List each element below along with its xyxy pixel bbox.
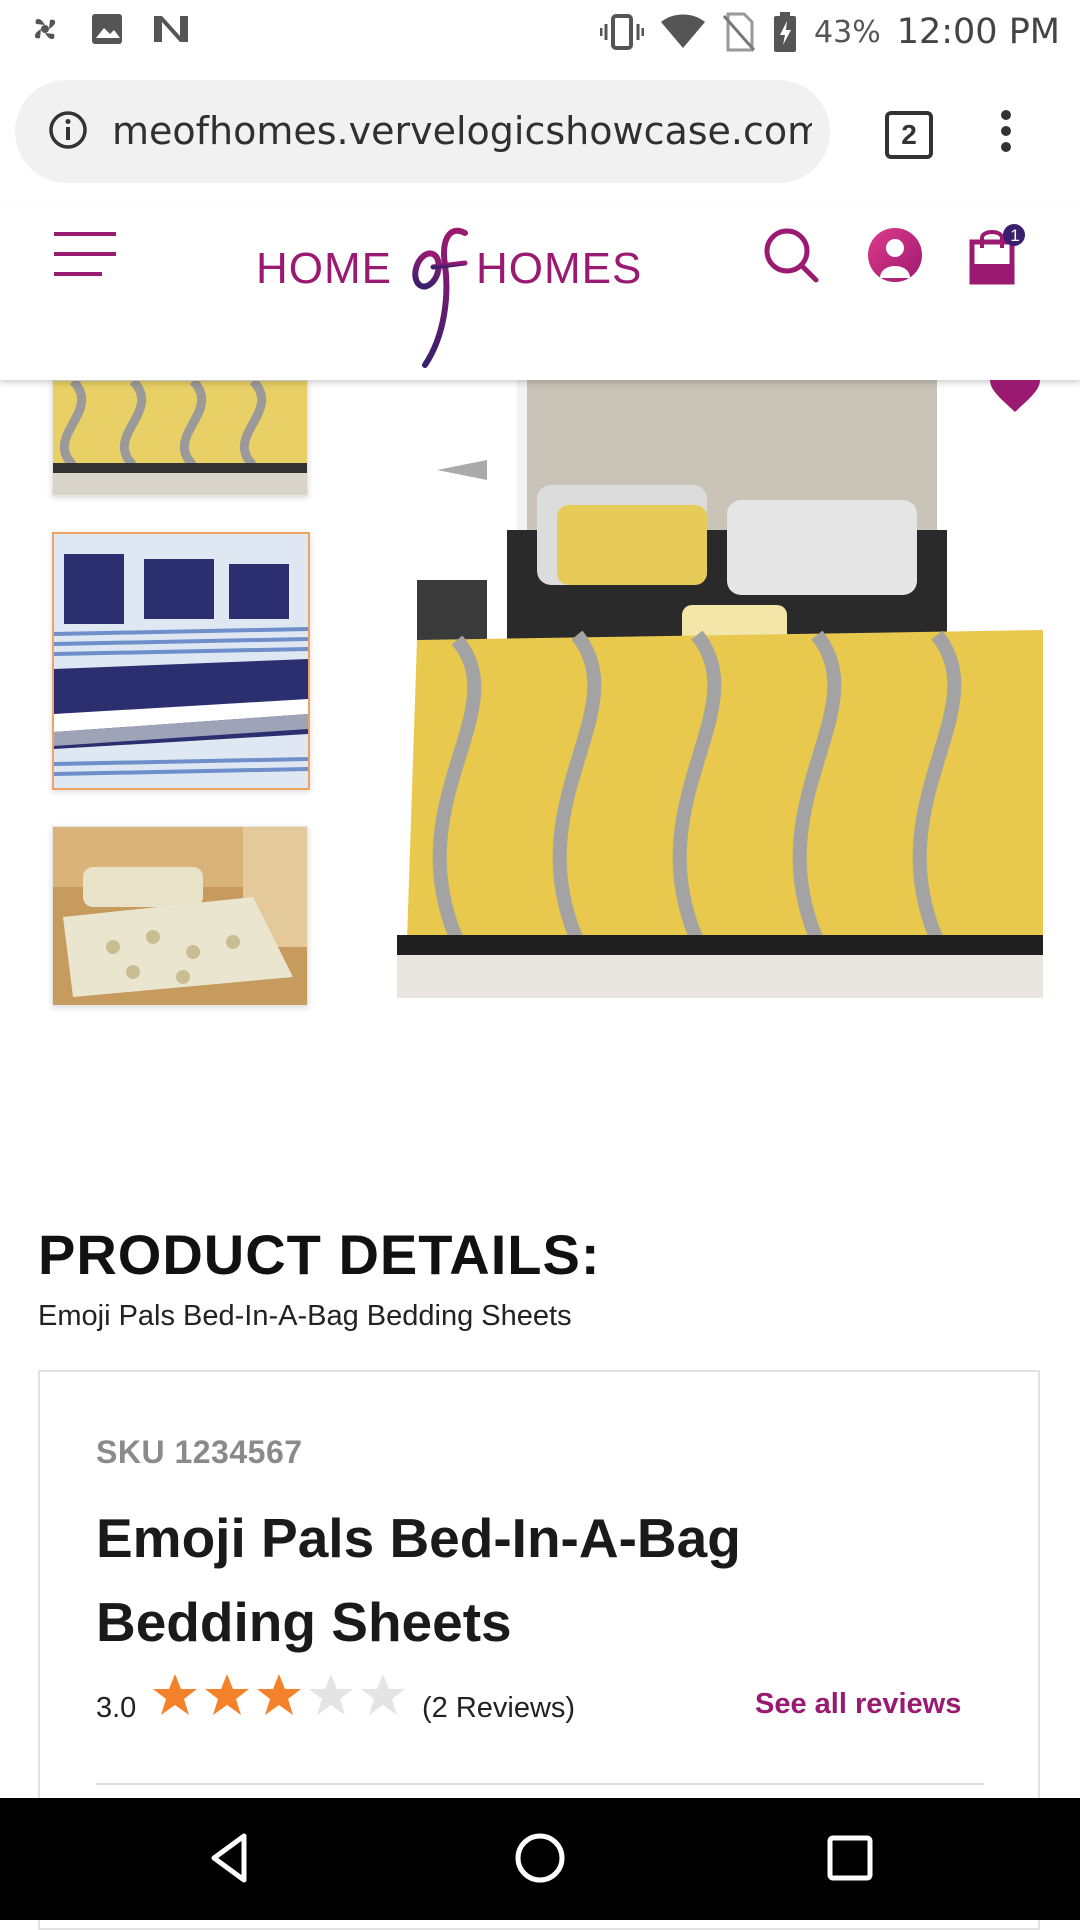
back-icon[interactable]	[200, 1828, 260, 1888]
more-options-icon[interactable]	[996, 108, 1016, 154]
account-icon[interactable]	[866, 226, 924, 284]
star-filled-icon	[153, 1674, 197, 1715]
see-all-reviews-link[interactable]: See all reviews	[755, 1688, 961, 1721]
product-title: Emoji Pals Bed-In-A-Bag Bedding Sheets	[96, 1507, 741, 1653]
rating-value: 3.0	[96, 1692, 137, 1724]
star-empty-icon	[309, 1674, 353, 1715]
menu-icon[interactable]	[54, 230, 116, 278]
logo-text-homes: HOMES	[476, 244, 643, 293]
wishlist-heart-icon[interactable]	[990, 380, 1040, 412]
recents-icon[interactable]	[820, 1828, 880, 1888]
thumbnail-navy-stripes[interactable]	[52, 532, 310, 790]
thumbnail-beige-floral[interactable]	[52, 826, 308, 1006]
vibrate-icon	[600, 14, 645, 50]
star-filled-icon	[205, 1674, 249, 1715]
battery-percentage: 43%	[814, 14, 881, 50]
image-icon	[92, 14, 122, 44]
search-icon[interactable]	[762, 226, 820, 284]
clock: 12:00 PM	[896, 12, 1060, 52]
nfc-icon	[154, 16, 188, 42]
divider	[96, 1783, 984, 1785]
star-filled-icon	[257, 1674, 301, 1715]
home-icon[interactable]	[510, 1828, 570, 1888]
tab-switcher-button[interactable]: 2	[885, 111, 933, 159]
star-rating	[152, 1672, 406, 1718]
product-details-subtitle: Emoji Pals Bed-In-A-Bag Bedding Sheets	[38, 1300, 572, 1332]
cart-count-badge: 1	[1010, 226, 1020, 245]
battery-charging-icon	[774, 12, 797, 52]
review-count: (2 Reviews)	[422, 1692, 576, 1724]
fan-icon	[34, 18, 56, 40]
status-bar: 43% 12:00 PM	[0, 0, 1080, 64]
product-details-heading: PRODUCT DETAILS:	[38, 1223, 601, 1286]
no-sim-icon	[722, 12, 756, 52]
star-empty-icon	[361, 1674, 405, 1715]
url-text[interactable]: meofhomes.vervelogicshowcase.com	[112, 110, 812, 152]
system-nav-bar	[0, 1798, 1080, 1920]
thumbnail-yellow-damask[interactable]	[52, 380, 308, 496]
info-icon[interactable]	[48, 110, 88, 150]
product-main-image[interactable]	[397, 380, 1043, 998]
product-sku: SKU 1234567	[96, 1434, 303, 1470]
wifi-icon	[661, 14, 706, 48]
logo-text-home: HOME	[256, 244, 392, 293]
